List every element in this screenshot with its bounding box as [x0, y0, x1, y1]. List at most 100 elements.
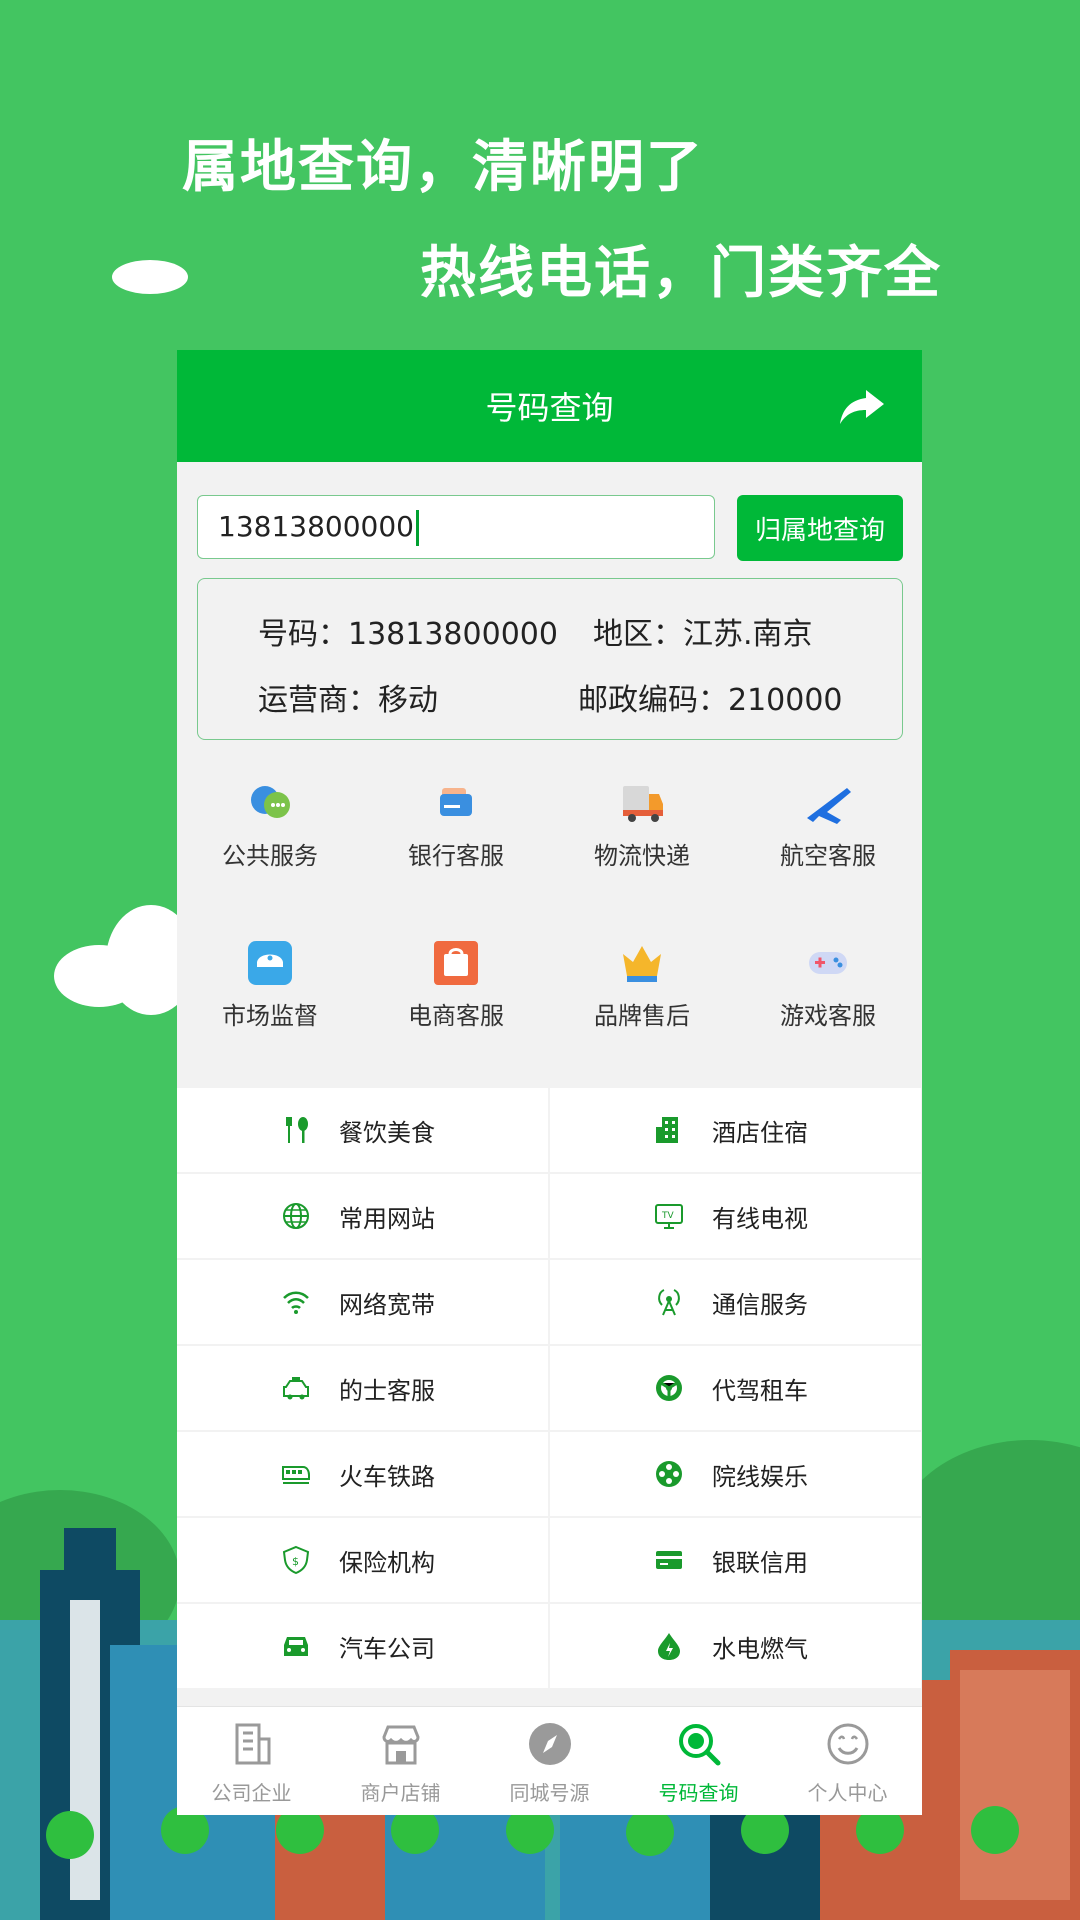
service-item-auto-company[interactable]: 汽车公司: [177, 1604, 548, 1688]
page-title: 号码查询: [485, 389, 614, 427]
service-item-utilities[interactable]: 水电燃气: [550, 1604, 921, 1688]
result-number: 号码：13813800000: [258, 609, 558, 653]
crown-icon: [619, 940, 665, 986]
film-reel-icon: [654, 1459, 684, 1489]
app-screen: 号码查询 13813800000 归属地查询 号码：13813800000 地区…: [177, 350, 922, 1815]
title-bar: 号码查询: [177, 350, 922, 462]
promo-headline-1: 属地查询，清晰明了: [182, 135, 704, 200]
service-item-chauffeur-rental[interactable]: 代驾租车: [550, 1346, 921, 1430]
service-item-unionpay[interactable]: 银联信用: [550, 1518, 921, 1602]
shopping-bag-icon: [433, 940, 479, 986]
tab-company[interactable]: 公司企业: [177, 1707, 326, 1815]
service-label: 酒店住宿: [712, 1118, 808, 1147]
tab-profile[interactable]: 个人中心: [773, 1707, 922, 1815]
bottom-tab-bar: 公司企业 商户店铺 同城号源 号码查询 个人中心: [177, 1706, 922, 1815]
category-label: 公共服务: [222, 842, 318, 870]
category-bank-service[interactable]: 银行客服: [363, 780, 549, 920]
svg-text:$: $: [292, 1555, 299, 1568]
tab-label: 公司企业: [211, 1781, 292, 1805]
tab-label: 个人中心: [807, 1781, 888, 1805]
service-label: 的士客服: [339, 1376, 435, 1405]
service-label: 有线电视: [712, 1204, 808, 1233]
category-airline[interactable]: 航空客服: [735, 780, 921, 920]
service-item-telecom[interactable]: 通信服务: [550, 1260, 921, 1344]
region-value: 江苏.南京: [683, 617, 813, 652]
smiley-icon: [827, 1723, 868, 1765]
text-caret: [415, 510, 419, 546]
store-icon: [381, 1725, 420, 1765]
tab-number-query[interactable]: 号码查询: [624, 1707, 773, 1815]
tab-label: 商户店铺: [360, 1781, 441, 1805]
compass-icon: [528, 1723, 571, 1765]
postcode-label: 邮政编码：: [578, 683, 728, 718]
service-label: 银联信用: [712, 1548, 808, 1577]
category-label: 市场监督: [222, 1002, 318, 1030]
service-item-taxi[interactable]: 的士客服: [177, 1346, 548, 1430]
phone-number-value: 13813800000: [218, 510, 414, 543]
service-label: 水电燃气: [712, 1634, 808, 1663]
chat-bubbles-icon: [247, 780, 293, 826]
category-game-service[interactable]: 游戏客服: [735, 940, 921, 1080]
antenna-icon: [654, 1287, 684, 1317]
category-logistics[interactable]: 物流快递: [549, 780, 735, 920]
result-region: 地区：江苏.南京: [593, 609, 813, 653]
tab-merchant[interactable]: 商户店铺: [326, 1707, 475, 1815]
service-item-websites[interactable]: 常用网站: [177, 1174, 548, 1258]
result-carrier: 运营商：移动: [258, 675, 438, 719]
number-label: 号码：: [258, 617, 348, 652]
category-grid: 公共服务 银行客服 物流快递 航空客服 市场监督 电商客服 品牌售后 游戏客服: [177, 760, 922, 1090]
taxi-icon: [281, 1373, 311, 1403]
service-label: 通信服务: [712, 1290, 808, 1319]
steering-wheel-icon: [654, 1373, 684, 1403]
category-label: 银行客服: [408, 842, 504, 870]
building-icon: [654, 1115, 684, 1145]
result-panel: 号码：13813800000 地区：江苏.南京 运营商：移动 邮政编码：2100…: [197, 578, 903, 740]
gamepad-icon: [805, 940, 851, 986]
service-label: 院线娱乐: [712, 1462, 808, 1491]
service-item-cinema[interactable]: 院线娱乐: [550, 1432, 921, 1516]
airplane-icon: [805, 780, 851, 826]
category-label: 物流快递: [594, 842, 690, 870]
postcode-value: 210000: [728, 683, 843, 718]
svg-text:TV: TV: [661, 1211, 674, 1221]
promo-headline-2: 热线电话，门类齐全: [420, 241, 942, 306]
service-item-insurance[interactable]: $ 保险机构: [177, 1518, 548, 1602]
search-row: 13813800000 归属地查询: [197, 495, 903, 561]
service-item-broadband[interactable]: 网络宽带: [177, 1260, 548, 1344]
tv-icon: TV: [654, 1201, 684, 1231]
share-icon[interactable]: [838, 386, 886, 428]
phone-number-input[interactable]: 13813800000: [197, 495, 715, 559]
carrier-label: 运营商：: [258, 683, 378, 718]
service-item-dining[interactable]: 餐饮美食: [177, 1088, 548, 1172]
service-item-cable-tv[interactable]: TV 有线电视: [550, 1174, 921, 1258]
service-label: 代驾租车: [712, 1376, 808, 1405]
search-magnifier-icon: [678, 1724, 720, 1766]
shield-icon: $: [281, 1545, 311, 1575]
office-building-icon: [235, 1723, 270, 1765]
tab-local-numbers[interactable]: 同城号源: [475, 1707, 624, 1815]
category-brand-aftersales[interactable]: 品牌售后: [549, 940, 735, 1080]
carrier-value: 移动: [378, 683, 438, 718]
police-cap-icon: [247, 940, 293, 986]
service-label: 网络宽带: [339, 1290, 435, 1319]
credit-card-icon: [654, 1545, 684, 1575]
category-label: 航空客服: [780, 842, 876, 870]
bank-card-icon: [433, 780, 479, 826]
number-value: 13813800000: [348, 617, 558, 652]
category-label: 电商客服: [408, 1002, 504, 1030]
car-icon: [281, 1631, 311, 1661]
service-label: 餐饮美食: [339, 1118, 435, 1147]
service-label: 火车铁路: [339, 1462, 435, 1491]
service-label: 常用网站: [339, 1204, 435, 1233]
wifi-icon: [281, 1287, 311, 1317]
service-item-hotel[interactable]: 酒店住宿: [550, 1088, 921, 1172]
service-label: 保险机构: [339, 1548, 435, 1577]
fork-spoon-icon: [281, 1115, 311, 1145]
category-market-supervision[interactable]: 市场监督: [177, 940, 363, 1080]
service-label: 汽车公司: [339, 1634, 435, 1663]
location-query-button[interactable]: 归属地查询: [737, 495, 903, 561]
tab-label: 同城号源: [509, 1781, 590, 1805]
category-public-service[interactable]: 公共服务: [177, 780, 363, 920]
category-ecommerce[interactable]: 电商客服: [363, 940, 549, 1080]
service-item-railway[interactable]: 火车铁路: [177, 1432, 548, 1516]
